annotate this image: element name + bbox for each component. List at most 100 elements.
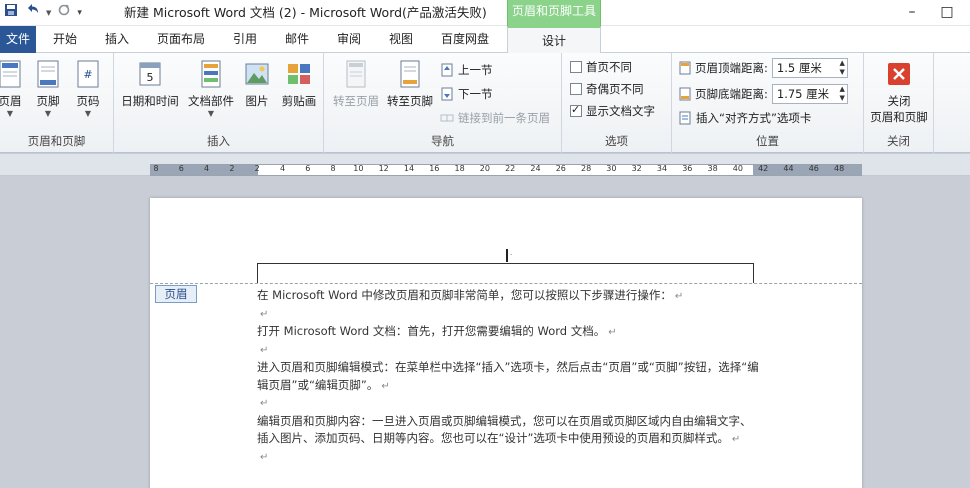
quick-access-toolbar: ▼ ▾ — [4, 4, 82, 22]
ruler-tick: 8 — [153, 164, 159, 173]
group-label-position: 位置 — [756, 134, 779, 148]
spin-arrows-icon[interactable]: ▲ ▼ — [839, 59, 844, 77]
paragraph-mark-icon: ↵ — [260, 398, 269, 409]
tab-view[interactable]: 视图 — [380, 26, 422, 53]
ruler-tick: 6 — [305, 164, 311, 173]
different-first-page-checkbox[interactable]: 首页不同 — [570, 58, 632, 76]
link-icon — [440, 114, 454, 122]
tab-page-layout[interactable]: 页面布局 — [148, 26, 214, 53]
tab-file[interactable]: 文件 — [0, 26, 36, 53]
empty-paragraph[interactable]: ↵ — [257, 306, 762, 324]
picture-icon — [245, 63, 269, 85]
footer-from-bottom-input[interactable]: 1.75 厘米 ▲ ▼ — [771, 84, 848, 104]
empty-paragraph[interactable]: ↵ — [257, 449, 762, 467]
customize-qat-icon[interactable]: ▾ — [77, 4, 82, 22]
spin-arrows-icon[interactable]: ▲ ▼ — [839, 85, 844, 103]
group-options: 首页不同 奇偶页不同 显示文档文字 选项 — [562, 53, 672, 153]
tab-insert[interactable]: 插入 — [96, 26, 138, 53]
ruler-tick: 16 — [429, 164, 440, 173]
ruler-tick: 12 — [378, 164, 389, 173]
date-time-button[interactable]: 5 日期和时间 — [118, 59, 182, 109]
ruler-tick: 32 — [631, 164, 642, 173]
group-label-options: 选项 — [605, 134, 628, 148]
window-title: 新建 Microsoft Word 文档 (2) - Microsoft Wor… — [124, 5, 487, 20]
paragraph[interactable]: 进入页眉和页脚编辑模式：在菜单栏中选择“插入”选项卡，然后点击“页眉”或“页脚”… — [257, 359, 762, 395]
picture-button[interactable]: 图片 — [240, 59, 274, 109]
header-button[interactable]: 页眉 ▼ — [0, 59, 26, 119]
tab-baidu-netdisk[interactable]: 百度网盘 — [432, 26, 498, 53]
header-box[interactable] — [257, 263, 754, 283]
paragraph-mark-icon: ↵ — [260, 308, 269, 320]
close-icon — [888, 63, 910, 85]
group-navigation: 转至页眉 转至页脚 上一节 下一节 链接到前一条页眉 导航 — [324, 53, 562, 153]
footer-from-bottom: 页脚底端距离: 1.75 厘米 ▲ ▼ — [678, 84, 848, 104]
chevron-down-icon: ▼ — [44, 109, 52, 118]
save-icon[interactable] — [4, 3, 18, 23]
paragraph-mark-icon: ↵ — [381, 380, 390, 392]
header-from-top-label: 页眉顶端距离: — [695, 61, 768, 75]
paragraph[interactable]: 打开 Microsoft Word 文档：首先，打开您需要编辑的 Word 文档… — [257, 323, 762, 342]
ruler-tick: 44 — [783, 164, 794, 173]
checkbox-unchecked[interactable] — [570, 83, 582, 95]
empty-paragraph[interactable]: ↵ — [257, 342, 762, 360]
previous-section-button[interactable]: 上一节 — [440, 61, 493, 79]
group-header-footer: 页眉 ▼ 页脚 ▼ # 页码 ▼ 页眉和页脚 — [0, 53, 114, 153]
ruler-tick: 34 — [656, 164, 668, 173]
header-position-icon — [679, 61, 691, 75]
group-insert: 5 日期和时间 文档部件 ▼ 图片 剪贴画 插入 — [114, 53, 324, 153]
maximize-button[interactable]: □ — [932, 2, 962, 22]
context-tab-title: 页眉和页脚工具 — [507, 0, 601, 26]
ribbon-tabs: 文件 开始 插入 页面布局 引用 邮件 审阅 视图 百度网盘 设计 — [0, 26, 970, 54]
checkbox-unchecked[interactable] — [570, 61, 582, 73]
page-number-button[interactable]: # 页码 ▼ — [72, 59, 104, 119]
svg-text:5: 5 — [147, 71, 154, 84]
goto-footer-button[interactable]: 转至页脚 — [384, 59, 436, 109]
ruler-tick: 6 — [178, 164, 184, 173]
horizontal-ruler[interactable]: 8 6 4 2 2 4 6 8 10 12 14 16 18 20 22 24 26 28 30 32 34 36 38 40… — [150, 164, 862, 176]
clip-art-icon — [288, 64, 310, 84]
insert-alignment-tab-button[interactable]: 插入“对齐方式”选项卡 — [678, 109, 811, 127]
paragraph[interactable]: 在 Microsoft Word 中修改页眉和页脚非常简单，您可以按照以下步骤进… — [257, 287, 762, 306]
tab-references[interactable]: 引用 — [224, 26, 266, 53]
minimize-button[interactable]: – — [897, 2, 927, 22]
footer-button[interactable]: 页脚 ▼ — [32, 59, 64, 119]
tab-home[interactable]: 开始 — [44, 26, 86, 53]
undo-dropdown-icon[interactable]: ▼ — [46, 4, 51, 22]
header-tag: 页眉 — [155, 285, 197, 303]
close-header-footer-button[interactable]: 关闭 页眉和页脚 — [864, 59, 934, 125]
ruler-tick: 4 — [279, 164, 286, 173]
ruler-tick: 40 — [732, 164, 743, 173]
tab-mailings[interactable]: 邮件 — [276, 26, 318, 53]
header-divider — [150, 283, 862, 284]
tab-review[interactable]: 审阅 — [328, 26, 370, 53]
goto-header-icon — [346, 60, 366, 88]
empty-paragraph[interactable]: ↵ — [257, 395, 762, 413]
ruler-tick: 4 — [204, 164, 210, 173]
alignment-tab-icon — [679, 111, 691, 125]
quick-parts-button[interactable]: 文档部件 ▼ — [184, 59, 238, 119]
undo-icon[interactable] — [24, 3, 40, 23]
ruler-tick: 2 — [229, 164, 235, 173]
redo-icon[interactable] — [57, 3, 71, 23]
ruler-tick: 46 — [808, 164, 819, 173]
different-odd-even-checkbox[interactable]: 奇偶页不同 — [570, 80, 644, 98]
ruler-tick: 14 — [403, 164, 415, 173]
footer-position-icon — [679, 87, 691, 101]
clip-art-button[interactable]: 剪贴画 — [276, 59, 322, 109]
group-close: 关闭 页眉和页脚 关闭 — [864, 53, 934, 153]
link-to-previous-button[interactable]: 链接到前一条页眉 — [440, 109, 550, 127]
show-document-text-checkbox[interactable]: 显示文档文字 — [570, 102, 655, 120]
group-position: 页眉顶端距离: 1.5 厘米 ▲ ▼ 页脚底端距离: 1.75 厘米 ▲ ▼ 插入“… — [672, 53, 864, 153]
ruler-tick: 38 — [707, 164, 718, 173]
header-from-top-input[interactable]: 1.5 厘米 ▲ ▼ — [771, 58, 848, 78]
document-body[interactable]: 在 Microsoft Word 中修改页眉和页脚非常简单，您可以按照以下步骤进… — [257, 287, 762, 466]
checkbox-checked[interactable] — [570, 103, 582, 117]
tab-design[interactable]: 设计 — [507, 26, 601, 54]
group-label-insert: 插入 — [207, 134, 230, 148]
paragraph[interactable]: 编辑页眉和页脚内容：一旦进入页眉或页脚编辑模式，您可以在页眉或页脚区域内自由编辑… — [257, 413, 762, 449]
ruler-tick: 26 — [555, 164, 566, 173]
ruler-right-margin — [753, 165, 861, 175]
next-section-button[interactable]: 下一节 — [440, 85, 493, 103]
goto-header-button[interactable]: 转至页眉 — [330, 59, 382, 109]
footer-from-bottom-label: 页脚底端距离: — [695, 87, 768, 101]
